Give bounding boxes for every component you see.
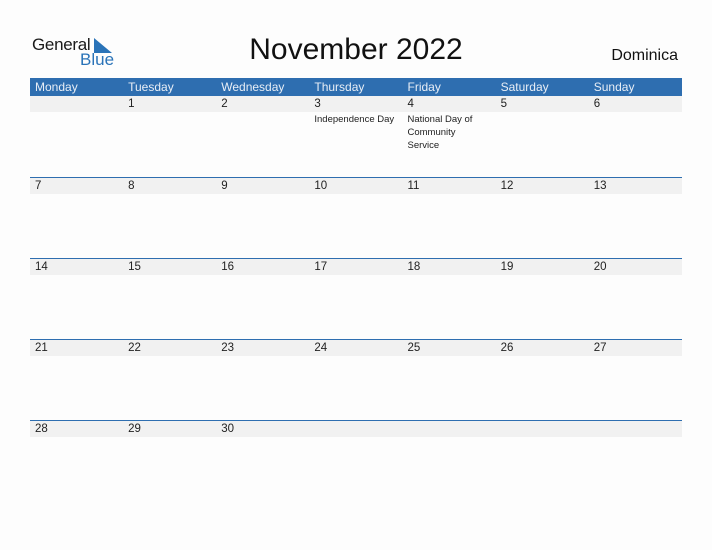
day-cell <box>589 421 682 437</box>
day-cell: 3 Independence Day <box>309 96 402 152</box>
week-row: 21 22 23 24 25 26 27 <box>30 339 682 420</box>
day-number <box>501 421 589 437</box>
day-cell: 27 <box>589 340 682 356</box>
day-number: 25 <box>407 342 421 354</box>
day-cell: 29 <box>123 421 216 437</box>
day-cell: 15 <box>123 259 216 275</box>
day-number: 29 <box>128 423 141 435</box>
day-cell <box>496 421 589 437</box>
day-cell: 16 <box>216 259 309 275</box>
day-number: 21 <box>35 342 48 354</box>
day-cell: 20 <box>589 259 682 275</box>
day-number: 4 <box>407 98 414 110</box>
day-cell: 6 <box>589 96 682 152</box>
day-number: 11 <box>407 180 420 192</box>
day-number: 13 <box>593 180 607 192</box>
day-number: 19 <box>500 261 514 273</box>
day-cell: 22 <box>123 340 216 356</box>
day-number: 7 <box>35 180 42 192</box>
day-number: 8 <box>128 180 135 192</box>
day-number: 12 <box>500 180 514 192</box>
weekday-header-cell: Saturday <box>500 80 549 94</box>
day-number: 28 <box>35 423 48 435</box>
day-number: 16 <box>221 261 235 273</box>
day-number: 22 <box>128 342 141 354</box>
day-cell: 12 <box>496 178 589 194</box>
page-title: November 2022 <box>249 33 463 66</box>
day-cell: 24 <box>309 340 402 356</box>
day-cell: 17 <box>309 259 402 275</box>
weekday-header-cell: Friday <box>407 80 441 94</box>
day-number <box>314 421 402 437</box>
day-number: 10 <box>314 180 328 192</box>
day-cell: 18 <box>403 259 496 275</box>
weekday-header-cell: Thursday <box>314 80 365 94</box>
day-cell: 9 <box>216 178 309 194</box>
weekday-header-cell: Monday <box>35 80 78 94</box>
day-cell: 10 <box>309 178 402 194</box>
day-number <box>408 421 496 437</box>
day-number: 30 <box>221 423 235 435</box>
weekday-header: Monday Tuesday Wednesday Thursday Friday Satu… <box>30 78 682 96</box>
calendar-grid: Monday Tuesday Wednesday Thursday Friday Satu… <box>30 78 682 501</box>
day-cell: 8 <box>123 178 216 194</box>
day-cell: 7 <box>30 178 123 194</box>
day-number <box>35 96 123 112</box>
day-cell: 30 <box>216 421 309 437</box>
day-cell: 4 National Day of Community Service <box>403 96 496 152</box>
day-cell: 11 <box>403 178 496 194</box>
day-cell: 1 <box>123 96 216 152</box>
day-number: 1 <box>128 98 135 110</box>
week-row: 14 15 16 17 18 19 20 <box>30 258 682 339</box>
day-number: 24 <box>314 342 328 354</box>
day-cell: 28 <box>30 421 123 437</box>
calendar-weeks: 1 2 3 Independence Day 4 National Day of Comm… <box>30 96 682 501</box>
day-number: 14 <box>35 261 48 273</box>
day-cell: 14 <box>30 259 123 275</box>
day-cell: 2 <box>216 96 309 152</box>
week-row: 1 2 3 Independence Day 4 National Day of Comm… <box>30 96 682 177</box>
day-number: 9 <box>221 180 228 192</box>
day-number: 17 <box>314 261 328 273</box>
day-number: 6 <box>593 98 601 110</box>
weekday-header-cell: Wednesday <box>221 80 285 94</box>
day-cell <box>309 421 402 437</box>
day-cell: 19 <box>496 259 589 275</box>
day-number: 26 <box>500 342 514 354</box>
day-cell: 26 <box>496 340 589 356</box>
day-number: 20 <box>593 261 607 273</box>
week-row: 7 8 9 10 11 12 13 <box>30 177 682 258</box>
day-cell: 13 <box>589 178 682 194</box>
holiday-event: Independence Day <box>314 114 395 125</box>
country-label: Dominica <box>611 47 678 64</box>
day-number: 23 <box>221 342 235 354</box>
day-cell <box>403 421 496 437</box>
weekday-header-cell: Sunday <box>593 80 635 94</box>
day-number: 5 <box>500 98 508 110</box>
day-cell: 21 <box>30 340 123 356</box>
day-number: 15 <box>128 261 141 273</box>
day-cell: 23 <box>216 340 309 356</box>
day-number <box>594 421 682 437</box>
day-cell: 25 <box>403 340 496 356</box>
day-number: 3 <box>314 98 321 110</box>
week-row: 28 29 30 <box>30 420 682 501</box>
day-cell <box>30 96 123 152</box>
holiday-event: National Day of Community Service <box>407 114 473 151</box>
day-number: 2 <box>221 98 228 110</box>
day-number: 18 <box>407 261 421 273</box>
day-cell: 5 <box>496 96 589 152</box>
weekday-header-cell: Tuesday <box>128 80 174 94</box>
day-number: 27 <box>593 342 607 354</box>
